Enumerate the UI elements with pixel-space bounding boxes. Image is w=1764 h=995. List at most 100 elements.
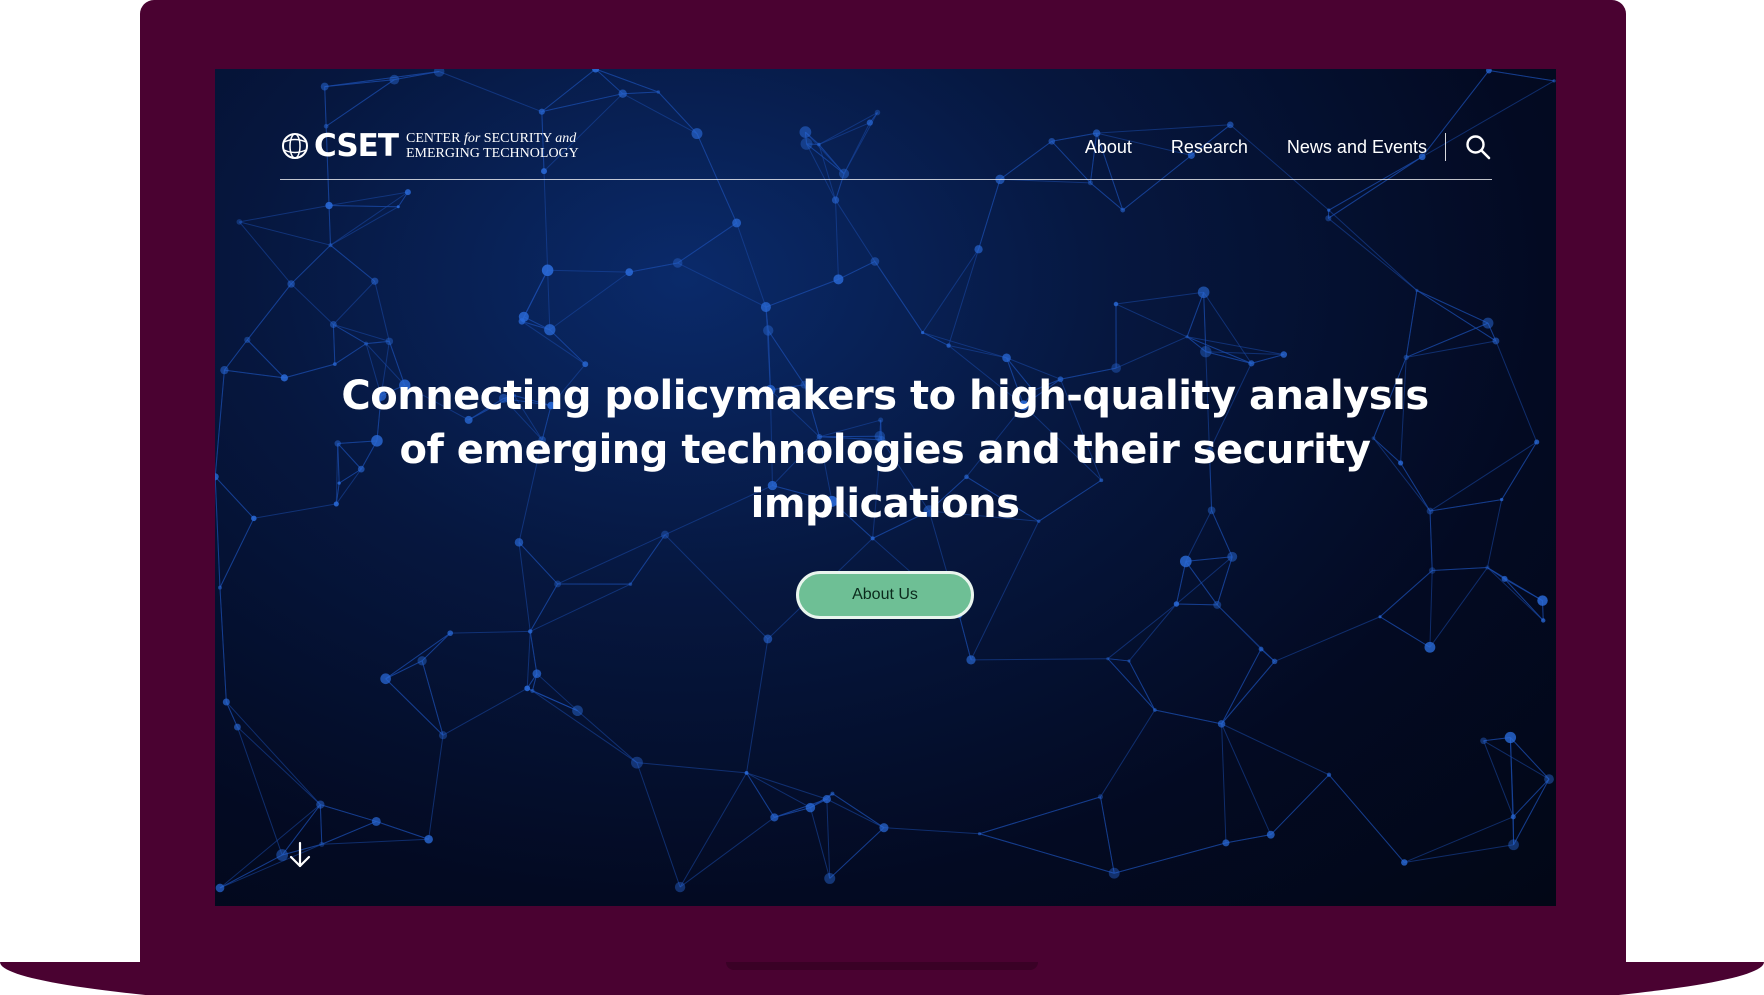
- network-link: [622, 91, 659, 95]
- logo-and-text: and: [555, 131, 577, 146]
- network-node: [1227, 551, 1238, 562]
- hero-title-line-1: Connecting policymakers to high-quality …: [341, 373, 1429, 419]
- network-link: [549, 329, 586, 365]
- network-link: [1328, 774, 1405, 863]
- network-node: [921, 330, 925, 335]
- network-node: [215, 883, 225, 893]
- network-link: [1510, 737, 1550, 780]
- hero-title: Connecting policymakers to high-quality …: [305, 369, 1465, 531]
- network-link: [239, 221, 331, 246]
- network-link: [529, 631, 538, 674]
- site-logo[interactable]: CSET CENTER for SECURITY and EMERGING TE…: [280, 128, 579, 164]
- laptop-mockup: CSET CENTER for SECURITY and EMERGING TE…: [0, 0, 1764, 995]
- network-link: [224, 369, 285, 379]
- network-link: [1203, 292, 1207, 352]
- logo-wordmark: CSET: [314, 128, 399, 164]
- network-link: [832, 793, 885, 829]
- network-link: [1221, 723, 1330, 776]
- about-us-button[interactable]: About Us: [796, 571, 974, 619]
- network-link: [223, 339, 248, 371]
- network-node: [1537, 595, 1548, 606]
- network-node: [870, 536, 875, 541]
- network-link: [1274, 616, 1381, 662]
- nav-item-about[interactable]: About: [1085, 137, 1132, 158]
- nav-item-research[interactable]: Research: [1171, 137, 1248, 158]
- network-node: [1403, 354, 1409, 360]
- network-link: [428, 735, 444, 840]
- network-node: [1271, 658, 1278, 665]
- network-node: [280, 374, 288, 382]
- network-node: [329, 321, 337, 328]
- network-node: [1401, 859, 1408, 866]
- network-node: [380, 673, 391, 685]
- network-link: [577, 710, 638, 764]
- network-node: [1415, 288, 1419, 292]
- network-link: [1406, 322, 1489, 358]
- network-node: [946, 343, 951, 348]
- network-node: [833, 274, 844, 285]
- network-node: [770, 813, 779, 822]
- network-node: [554, 580, 562, 588]
- network-node: [1185, 335, 1189, 339]
- network-link: [1429, 567, 1488, 648]
- network-link: [1404, 844, 1514, 863]
- network-node: [371, 277, 379, 285]
- network-link: [1115, 291, 1204, 305]
- network-node: [1217, 720, 1226, 728]
- network-node: [319, 841, 325, 847]
- network-link: [225, 701, 321, 805]
- network-node: [674, 881, 686, 893]
- network-node: [1097, 794, 1104, 800]
- network-node: [518, 318, 526, 325]
- network-node: [417, 656, 427, 666]
- network-node: [325, 201, 333, 210]
- network-link: [450, 630, 531, 634]
- network-node: [1087, 180, 1093, 186]
- network-node: [1197, 286, 1210, 299]
- network-node: [1378, 615, 1382, 619]
- network-link: [1107, 603, 1177, 660]
- network-link: [376, 820, 429, 840]
- network-node: [244, 336, 251, 343]
- nav-item-news-and-events[interactable]: News and Events: [1287, 137, 1427, 158]
- network-node: [320, 82, 329, 91]
- network-node: [1501, 575, 1508, 582]
- network-node: [1280, 351, 1288, 358]
- network-link: [1487, 567, 1543, 602]
- network-node: [1152, 708, 1157, 712]
- network-link: [1115, 336, 1188, 369]
- search-icon[interactable]: [1464, 133, 1492, 161]
- network-link: [1185, 561, 1218, 606]
- network-link: [333, 280, 376, 325]
- network-link: [1429, 570, 1433, 648]
- network-link: [246, 339, 285, 379]
- network-node: [1222, 839, 1230, 847]
- network-node: [618, 89, 627, 98]
- network-node: [1266, 830, 1275, 839]
- network-link: [330, 191, 409, 246]
- network-link: [664, 534, 769, 640]
- network-node: [1127, 659, 1131, 663]
- network-link: [1100, 796, 1115, 874]
- network-node: [1544, 774, 1554, 784]
- network-node: [760, 302, 771, 313]
- network-link: [549, 271, 630, 331]
- network-link: [319, 804, 323, 845]
- network-link: [438, 71, 543, 113]
- network-link: [321, 820, 377, 845]
- network-link: [874, 261, 924, 333]
- network-link: [1483, 740, 1550, 780]
- network-link: [215, 370, 225, 477]
- network-node: [572, 705, 583, 717]
- network-link: [333, 324, 367, 345]
- arrow-down-icon[interactable]: [285, 839, 315, 871]
- network-node: [389, 74, 400, 85]
- network-link: [679, 816, 775, 888]
- network-link: [238, 221, 292, 285]
- network-link: [746, 638, 769, 773]
- network-node: [977, 832, 982, 836]
- network-link: [922, 249, 979, 333]
- network-link: [526, 631, 531, 689]
- network-link: [290, 283, 334, 325]
- network-link: [421, 660, 444, 736]
